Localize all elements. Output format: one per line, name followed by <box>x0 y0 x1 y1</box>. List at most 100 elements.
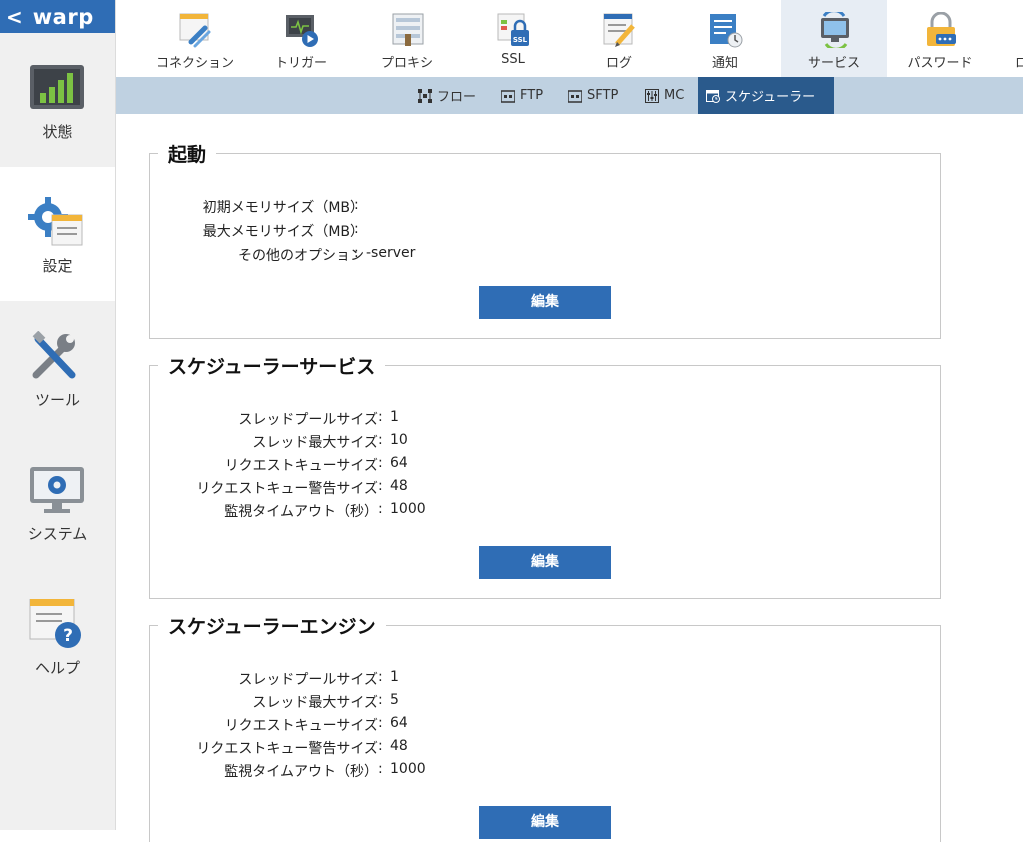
help-icon: ? <box>29 599 81 648</box>
row-key: スレッドプールサイズ <box>238 672 378 688</box>
tab-service[interactable]: サービス <box>781 0 887 77</box>
row-value: 1000 <box>390 501 426 523</box>
sub-nav: フロー FTP SFTP MC スケジューラー <box>116 77 1023 114</box>
row-separator: : <box>354 197 359 219</box>
sidebar-item-status[interactable]: 状態 <box>0 33 115 167</box>
subtab-label: SFTP <box>587 88 619 103</box>
row-value-text: 1000 <box>390 761 426 777</box>
sidebar-item-settings[interactable]: 設定 <box>0 167 115 301</box>
service-row-thread-pool: スレッドプールサイズ <box>150 409 378 431</box>
main-content: 起動 初期メモリサイズ（MB） : 最大メモリサイズ（MB） : その他のオプシ… <box>116 114 1023 842</box>
sidebar-item-label: システム <box>27 525 88 543</box>
row-value: 64 <box>390 715 408 737</box>
tab-label: パスワード <box>907 56 973 71</box>
engine-row-thread-max: スレッド最大サイズ <box>150 692 378 714</box>
sidebar-item-label: ツール <box>34 391 80 409</box>
row-key: 監視タイムアウト（秒） <box>224 764 378 780</box>
scheduler-service-edit-button[interactable]: 編集 <box>479 546 611 579</box>
row-separator-text: : <box>378 409 383 425</box>
row-value: -server <box>366 245 415 267</box>
tab-password[interactable]: パスワード <box>887 0 993 77</box>
row-value-text: 1 <box>390 409 399 425</box>
sidebar-item-help[interactable]: ? ヘルプ <box>0 569 115 703</box>
row-key: リクエストキューサイズ <box>224 458 378 474</box>
row-separator-text: : <box>354 245 359 261</box>
row-separator: : <box>378 669 383 691</box>
svg-text:?: ? <box>63 626 73 646</box>
sidebar-item-tools[interactable]: ツール <box>0 301 115 435</box>
row-separator: : <box>378 501 383 523</box>
engine-row-thread-pool: スレッドプールサイズ <box>150 669 378 691</box>
sidebar-item-system[interactable]: システム <box>0 435 115 569</box>
tab-trigger[interactable]: トリガー <box>248 0 354 77</box>
sidebar-item-label: 設定 <box>42 257 73 275</box>
subtab-mc[interactable]: MC <box>637 77 692 114</box>
startup-edit-button[interactable]: 編集 <box>479 286 611 319</box>
startup-section: 起動 初期メモリサイズ（MB） : 最大メモリサイズ（MB） : その他のオプシ… <box>149 140 941 339</box>
row-key: その他のオプション <box>238 248 364 264</box>
engine-row-queue-warning: リクエストキュー警告サイズ <box>150 738 378 760</box>
tab-connection[interactable]: コネクション <box>142 0 248 77</box>
left-sidebar: < warp 状態 設定 ツール システム ? ヘルプ <box>0 0 116 830</box>
subtab-flow[interactable]: フロー <box>410 77 484 114</box>
section-title: スケジューラーサービス <box>168 356 376 378</box>
row-value: 48 <box>390 738 408 760</box>
row-key: リクエストキューサイズ <box>224 718 378 734</box>
svg-text:SSL: SSL <box>513 36 528 44</box>
service-icon <box>821 12 849 48</box>
row-separator: : <box>378 761 383 783</box>
tab-label: 通知 <box>711 56 738 71</box>
row-separator-text: : <box>378 715 383 731</box>
subtab-scheduler[interactable]: スケジューラー <box>698 77 834 114</box>
row-value: 1 <box>390 409 399 431</box>
row-separator-text: : <box>378 761 383 777</box>
service-row-queue-warning: リクエストキュー警告サイズ <box>150 478 378 500</box>
row-separator: : <box>378 478 383 500</box>
back-chevron-icon[interactable]: < <box>6 7 23 27</box>
row-value: 64 <box>390 455 408 477</box>
mc-sliders-icon <box>645 88 659 103</box>
section-title: スケジューラーエンジン <box>168 616 376 638</box>
row-value-text: 10 <box>390 432 408 448</box>
tab-label: ロ <box>1015 56 1023 71</box>
row-separator: : <box>354 221 359 243</box>
gear-settings-icon <box>28 197 83 246</box>
row-value-text: 64 <box>390 455 408 471</box>
subtab-label: スケジューラー <box>725 90 816 105</box>
row-separator: : <box>378 738 383 760</box>
bar-chart-icon <box>30 65 84 109</box>
service-row-thread-max: スレッド最大サイズ <box>150 432 378 454</box>
notification-icon <box>710 14 743 48</box>
logo-bar[interactable]: < warp <box>0 0 115 33</box>
subtab-ftp[interactable]: FTP <box>493 77 551 114</box>
scheduler-engine-edit-button[interactable]: 編集 <box>479 806 611 839</box>
tab-proxy[interactable]: プロキシ <box>354 0 460 77</box>
row-key: 監視タイムアウト（秒） <box>224 504 378 520</box>
row-separator-text: : <box>354 221 359 237</box>
subtab-label: MC <box>664 88 685 103</box>
row-value: 1 <box>390 669 399 691</box>
log-pencil-icon <box>603 13 635 47</box>
sftp-icon <box>568 89 582 103</box>
row-value-text: 48 <box>390 738 408 754</box>
row-separator: : <box>378 409 383 431</box>
tab-ssl[interactable]: SSL SSL <box>460 0 566 77</box>
row-separator-text: : <box>378 455 383 471</box>
tab-notification[interactable]: 通知 <box>672 0 778 77</box>
tab-log-partial[interactable]: ロ <box>993 0 1023 77</box>
app-logo: warp <box>32 4 94 29</box>
row-separator: : <box>378 692 383 714</box>
top-nav: コネクション トリガー プロキシ SSL SSL ログ 通知 サービス パスワー… <box>116 0 1023 77</box>
sidebar-item-label: 状態 <box>42 123 73 141</box>
scheduler-engine-section: スケジューラーエンジン スレッドプールサイズ : 1 スレッド最大サイズ : 5… <box>149 612 941 842</box>
row-key: リクエストキュー警告サイズ <box>196 741 378 757</box>
tab-log[interactable]: ログ <box>566 0 672 77</box>
row-separator: : <box>378 432 383 454</box>
subtab-sftp[interactable]: SFTP <box>560 77 626 114</box>
row-value: 48 <box>390 478 408 500</box>
proxy-server-icon <box>392 13 424 46</box>
row-key: 初期メモリサイズ（MB） <box>202 200 364 216</box>
row-value-text: 1000 <box>390 501 426 517</box>
ssl-lock-icon: SSL <box>497 13 529 46</box>
row-value: 10 <box>390 432 408 454</box>
